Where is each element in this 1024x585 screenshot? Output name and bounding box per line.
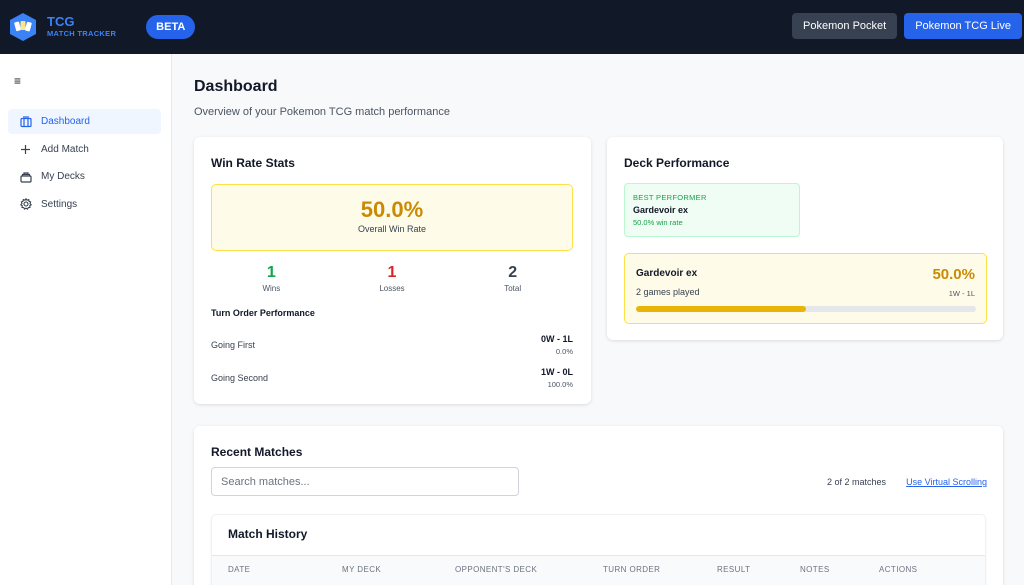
deck-progress-fill: [636, 306, 806, 312]
brand-subtitle: MATCH TRACKER: [47, 29, 117, 38]
sidebar: ≡ Dashboard Add Match My Decks Settings: [0, 54, 172, 585]
decks-icon: [19, 170, 32, 183]
column-header-date[interactable]: DATE: [228, 565, 250, 574]
total-label: Total: [504, 284, 522, 293]
recent-matches-card: Recent Matches 2 of 2 matches Use Virtua…: [194, 426, 1003, 585]
win-rate-value: 50.0%: [360, 197, 424, 222]
sidebar-item-add-match[interactable]: Add Match: [8, 137, 161, 162]
turn-order-record: 0W - 1L: [540, 334, 573, 344]
turn-order-pct: 100.0%: [547, 380, 573, 389]
app-logo-icon[interactable]: [9, 12, 37, 42]
page-title: Dashboard: [194, 78, 278, 95]
deck-performance-title: Deck Performance: [624, 156, 730, 170]
pokemon-pocket-button[interactable]: Pokemon Pocket: [792, 13, 898, 39]
wins-count: 1: [266, 264, 276, 281]
turn-order-label: Going First: [211, 340, 256, 350]
sidebar-item-label: Dashboard: [41, 116, 90, 127]
sidebar-item-label: Add Match: [41, 143, 89, 155]
overall-win-rate: 50.0% Overall Win Rate: [211, 184, 573, 251]
virtual-scrolling-link[interactable]: Use Virtual Scrolling: [906, 477, 987, 487]
match-history-title: Match History: [228, 527, 308, 541]
win-rate-card: Win Rate Stats 50.0% Overall Win Rate 1 …: [194, 137, 591, 404]
gear-icon: [19, 198, 32, 211]
column-header-opponent-deck[interactable]: OPPONENT'S DECK: [455, 565, 537, 574]
beta-badge: BETA: [146, 15, 196, 39]
win-rate-label: Overall Win Rate: [357, 224, 427, 234]
menu-toggle-icon[interactable]: ≡: [14, 74, 21, 88]
turn-order-record: 1W - 0L: [540, 367, 573, 377]
wins-stat: 1 Wins: [211, 264, 332, 293]
match-stats: 1 Wins 1 Losses 2 Total: [211, 264, 573, 293]
column-header-my-deck[interactable]: MY DECK: [342, 565, 381, 574]
deck-win-rate: 50.0%: [932, 266, 975, 283]
column-header-actions[interactable]: ACTIONS: [879, 565, 917, 574]
total-stat: 2 Total: [452, 264, 573, 293]
best-performer-deck: Gardevoir ex: [633, 205, 689, 215]
dashboard-icon: [19, 115, 32, 128]
table-header: DATE MY DECK OPPONENT'S DECK TURN ORDER …: [212, 555, 985, 585]
deck-row[interactable]: Gardevoir ex 2 games played 50.0% 1W - 1…: [624, 253, 987, 324]
deck-progress-bar: [636, 306, 976, 312]
best-performer-rate: 50.0% win rate: [633, 218, 683, 227]
page-subtitle: Overview of your Pokemon TCG match perfo…: [194, 106, 450, 118]
top-bar: TCG MATCH TRACKER BETA Pokemon Pocket Po…: [0, 0, 1024, 54]
sidebar-nav: Dashboard Add Match My Decks Settings: [8, 109, 161, 219]
column-header-result[interactable]: RESULT: [717, 565, 750, 574]
total-count: 2: [508, 264, 518, 281]
search-input[interactable]: [211, 467, 519, 496]
brand[interactable]: TCG MATCH TRACKER: [47, 15, 116, 39]
best-performer-label: BEST PERFORMER: [633, 193, 707, 202]
sidebar-item-label: My Decks: [41, 171, 85, 182]
column-header-notes[interactable]: NOTES: [800, 565, 830, 574]
sidebar-item-my-decks[interactable]: My Decks: [8, 164, 161, 189]
deck-name: Gardevoir ex: [636, 268, 698, 279]
plus-icon: [19, 143, 32, 156]
column-header-turn-order[interactable]: TURN ORDER: [603, 565, 660, 574]
deck-record: 1W - 1L: [948, 289, 975, 298]
sidebar-item-label: Settings: [41, 198, 78, 210]
best-performer: BEST PERFORMER Gardevoir ex 50.0% win ra…: [624, 183, 800, 237]
sidebar-item-settings[interactable]: Settings: [8, 192, 161, 217]
main-content: Dashboard Overview of your Pokemon TCG m…: [172, 54, 1024, 585]
brand-title: TCG: [47, 14, 75, 29]
losses-label: Losses: [379, 284, 405, 293]
deck-games: 2 games played: [636, 287, 700, 297]
wins-label: Wins: [262, 284, 281, 293]
deck-performance-card: Deck Performance BEST PERFORMER Gardevoi…: [607, 137, 1003, 340]
recent-matches-title: Recent Matches: [211, 445, 303, 459]
losses-count: 1: [387, 264, 397, 281]
losses-stat: 1 Losses: [332, 264, 453, 293]
win-rate-title: Win Rate Stats: [211, 156, 295, 170]
turn-order-label: Going Second: [211, 373, 269, 383]
turn-order-title: Turn Order Performance: [211, 308, 315, 318]
turn-order-pct: 0.0%: [555, 347, 573, 356]
sidebar-item-dashboard[interactable]: Dashboard: [8, 109, 161, 134]
match-history: Match History DATE MY DECK OPPONENT'S DE…: [211, 514, 986, 585]
match-count: 2 of 2 matches: [826, 477, 886, 487]
pokemon-tcg-live-button[interactable]: Pokemon TCG Live: [904, 13, 1022, 39]
